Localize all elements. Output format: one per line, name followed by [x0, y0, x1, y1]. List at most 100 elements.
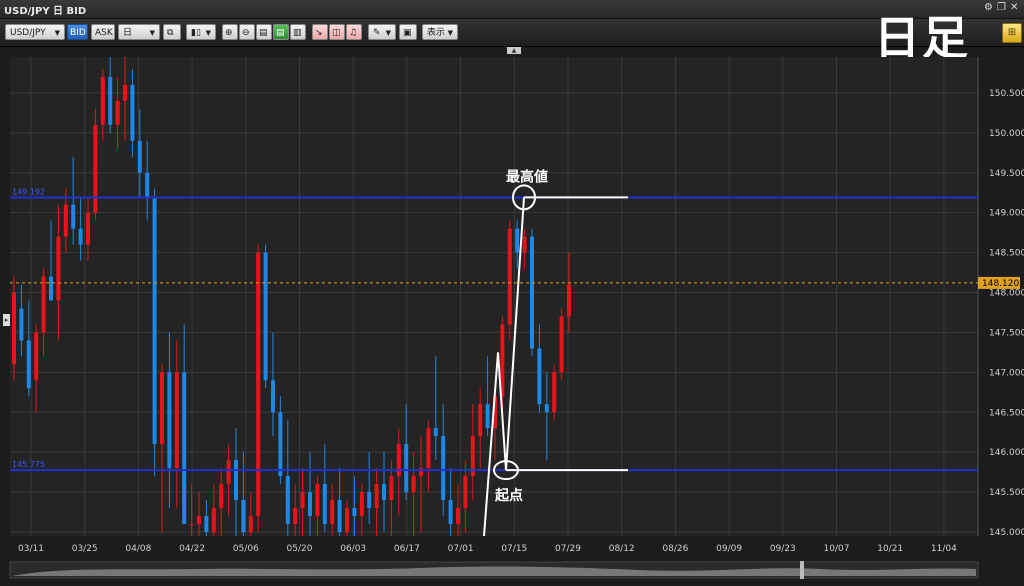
draw-rect-button[interactable]: ◫: [329, 24, 345, 40]
candle-body[interactable]: [567, 284, 571, 317]
candle-body[interactable]: [315, 484, 320, 517]
candle-body[interactable]: [478, 404, 483, 437]
candle-body[interactable]: [204, 516, 209, 533]
screenshot-button[interactable]: ▣: [399, 24, 417, 40]
x-tick-label: 04/08: [125, 544, 151, 554]
candle-body[interactable]: [211, 508, 216, 533]
candle-body[interactable]: [448, 500, 453, 525]
candle-body[interactable]: [56, 236, 61, 301]
candle-body[interactable]: [463, 476, 468, 509]
expand-icon[interactable]: ⊞: [1002, 23, 1022, 43]
candle-body[interactable]: [367, 492, 372, 509]
chart-area[interactable]: 03/11 03/25 04/08 04/22 05/06 05/20 06/03 06/17…: [0, 47, 1024, 582]
candle-body[interactable]: [219, 484, 224, 509]
candle-body[interactable]: [441, 436, 446, 501]
candle-body[interactable]: [100, 76, 105, 125]
candle-body[interactable]: [137, 140, 142, 173]
candle-body[interactable]: [337, 500, 342, 533]
candle-body[interactable]: [359, 492, 364, 517]
price-chart[interactable]: 03/11 03/25 04/08 04/22 05/06 05/20 06/03 06/17…: [0, 47, 1024, 582]
bid-button[interactable]: BID: [67, 24, 88, 40]
candle-body[interactable]: [456, 508, 460, 525]
copy-chart-button[interactable]: ⧉: [163, 24, 181, 40]
candle-body[interactable]: [41, 276, 46, 333]
candle-body[interactable]: [182, 372, 187, 525]
candle-body[interactable]: [152, 196, 157, 445]
candle-body[interactable]: [226, 460, 231, 485]
candlestick-icon: ▮▯: [191, 28, 201, 38]
candle-body[interactable]: [256, 252, 261, 517]
candle-body[interactable]: [522, 236, 527, 253]
candle-body[interactable]: [374, 484, 379, 509]
candle-body[interactable]: [86, 212, 90, 245]
candle-body[interactable]: [352, 508, 357, 517]
candle-body[interactable]: [404, 444, 409, 493]
candle-body[interactable]: [241, 500, 246, 533]
candle-body[interactable]: [293, 508, 298, 525]
period-select[interactable]: 日 ▼: [118, 24, 160, 40]
candle-body[interactable]: [426, 428, 431, 469]
candle-body[interactable]: [322, 484, 327, 525]
draw-line-button[interactable]: ↘: [312, 24, 328, 40]
candle-body[interactable]: [300, 492, 305, 509]
candle-body[interactable]: [115, 100, 120, 125]
candle-body[interactable]: [197, 516, 201, 525]
candle-body[interactable]: [123, 84, 127, 101]
candle-body[interactable]: [160, 372, 164, 445]
candle-body[interactable]: [345, 508, 349, 533]
fit-button[interactable]: ▤: [256, 24, 272, 40]
candle-body[interactable]: [271, 380, 275, 413]
chart-type-button[interactable]: ▮▯ ▼: [186, 24, 216, 40]
indicator-button[interactable]: ▤: [273, 24, 289, 40]
candle-body[interactable]: [19, 308, 24, 341]
candle-body[interactable]: [78, 228, 83, 245]
candle-body[interactable]: [485, 404, 490, 429]
candle-body[interactable]: [433, 428, 438, 437]
candle-body[interactable]: [248, 516, 253, 533]
candle-body[interactable]: [396, 444, 401, 477]
ask-button[interactable]: ASK: [91, 24, 115, 40]
candle-body[interactable]: [234, 460, 238, 501]
settings-icon[interactable]: ⚙: [984, 2, 993, 13]
draw-text-button[interactable]: ♫: [346, 24, 362, 40]
candle-body[interactable]: [552, 372, 557, 413]
candle-body[interactable]: [174, 372, 179, 469]
candle-body[interactable]: [285, 476, 290, 525]
candle-body[interactable]: [71, 204, 76, 229]
restore-icon[interactable]: ❐: [997, 2, 1006, 13]
side-panel-toggle-icon[interactable]: ▸: [3, 314, 10, 326]
candle-body[interactable]: [411, 476, 416, 493]
candle-body[interactable]: [389, 476, 394, 501]
layout-button[interactable]: ▥: [290, 24, 306, 40]
candle-body[interactable]: [26, 340, 31, 389]
candle-body[interactable]: [12, 292, 16, 365]
candle-body[interactable]: [263, 252, 268, 381]
candle-body[interactable]: [308, 492, 312, 517]
symbol-select[interactable]: USD/JPY ▼: [5, 24, 65, 40]
candle-body[interactable]: [544, 404, 549, 413]
zoom-out-button[interactable]: ⊖: [239, 24, 255, 40]
candle-body[interactable]: [278, 412, 283, 477]
candle-body[interactable]: [63, 204, 68, 237]
candle-body[interactable]: [130, 84, 135, 141]
candle-body[interactable]: [49, 276, 53, 301]
candle-body[interactable]: [108, 76, 113, 125]
candle-body[interactable]: [189, 524, 194, 526]
candle-body[interactable]: [145, 172, 150, 197]
candle-body[interactable]: [382, 484, 386, 501]
display-menu[interactable]: 表示 ▼: [422, 24, 458, 40]
close-icon[interactable]: ✕: [1010, 2, 1018, 13]
candle-body[interactable]: [530, 236, 534, 349]
candle-body[interactable]: [559, 316, 564, 373]
pen-button[interactable]: ✎ ▼: [368, 24, 396, 40]
candle-body[interactable]: [515, 228, 520, 253]
collapse-toggle-icon[interactable]: ▲: [507, 47, 521, 54]
candle-body[interactable]: [507, 228, 512, 325]
candle-body[interactable]: [537, 348, 542, 405]
candle-body[interactable]: [330, 500, 335, 525]
zoom-in-button[interactable]: ⊕: [222, 24, 238, 40]
candle-body[interactable]: [93, 124, 98, 213]
candle-body[interactable]: [34, 332, 39, 381]
candle-body[interactable]: [167, 372, 172, 469]
navigator-handle[interactable]: [800, 561, 804, 579]
